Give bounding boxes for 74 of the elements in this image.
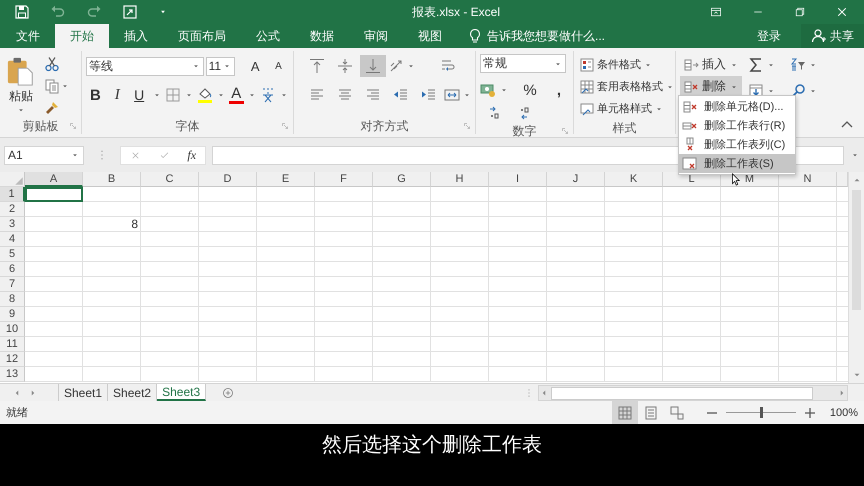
font-size-field[interactable]: 11 bbox=[206, 56, 235, 76]
column-header[interactable]: E bbox=[257, 172, 315, 187]
ribbon-tab[interactable]: 审阅 bbox=[349, 24, 403, 48]
ribbon-tab[interactable]: 公式 bbox=[241, 24, 295, 48]
menu-item[interactable]: 删除工作表行(R) bbox=[679, 116, 795, 135]
zoom-level[interactable]: 100% bbox=[830, 406, 858, 418]
font-color-button[interactable]: A bbox=[228, 86, 244, 104]
table-cell-text: 8 bbox=[130, 217, 139, 232]
share-button[interactable]: 共享 bbox=[801, 24, 864, 48]
number-format-field[interactable]: 常规 bbox=[480, 54, 566, 73]
sign-in-link[interactable]: 登录 bbox=[757, 28, 781, 44]
row-header[interactable]: 3 bbox=[0, 217, 25, 232]
ribbon-tab[interactable]: 视图 bbox=[403, 24, 457, 48]
column-header[interactable]: D bbox=[199, 172, 257, 187]
row-header[interactable]: 8 bbox=[0, 292, 25, 307]
row-header[interactable]: 12 bbox=[0, 352, 25, 367]
column-header[interactable]: B bbox=[83, 172, 141, 187]
column-header[interactable]: K bbox=[605, 172, 663, 187]
underline-button[interactable]: U bbox=[130, 87, 149, 103]
italic-button[interactable]: I bbox=[108, 86, 127, 104]
name-box[interactable]: A1 bbox=[4, 146, 84, 164]
grow-font-button[interactable]: A bbox=[244, 58, 266, 74]
ribbon-tab[interactable]: 文件 bbox=[0, 24, 55, 48]
group-label: 数字 bbox=[512, 122, 536, 140]
number-format: 常规 bbox=[483, 55, 507, 72]
bold-button[interactable]: B bbox=[86, 86, 105, 104]
group-label: 样式 bbox=[612, 120, 636, 136]
font-name: 等线 bbox=[89, 58, 113, 74]
column-header[interactable]: G bbox=[373, 172, 431, 187]
group-label: 对齐方式 bbox=[360, 118, 408, 134]
row-header[interactable]: 10 bbox=[0, 322, 25, 337]
menu-item[interactable]: 删除工作表列(C) bbox=[679, 135, 795, 154]
shrink-font-button[interactable]: A bbox=[268, 60, 289, 72]
tell-me-field[interactable]: 告诉我您想要做什么... bbox=[485, 28, 629, 44]
cell-reference: A1 bbox=[8, 148, 23, 162]
column-header[interactable]: C bbox=[141, 172, 199, 187]
font-size: 11 bbox=[208, 59, 222, 73]
row-header[interactable]: 4 bbox=[0, 232, 25, 247]
column-header[interactable]: H bbox=[431, 172, 489, 187]
styles-button[interactable]: 套用表格格式 bbox=[578, 76, 676, 97]
row-header[interactable]: 2 bbox=[0, 202, 25, 217]
column-header[interactable]: A bbox=[25, 172, 83, 187]
status-text: 就绪 bbox=[6, 406, 29, 420]
delete-button[interactable]: 删除 bbox=[680, 76, 742, 97]
font-name-field[interactable]: 等线 bbox=[86, 56, 204, 76]
row-header[interactable]: 1 bbox=[0, 187, 25, 202]
group-label: 剪贴板 bbox=[22, 118, 58, 134]
row-header[interactable]: 9 bbox=[0, 307, 25, 322]
row-header[interactable]: 13 bbox=[0, 367, 25, 382]
ribbon-tab[interactable]: 页面布局 bbox=[163, 24, 241, 48]
row-header[interactable]: 5 bbox=[0, 247, 25, 262]
video-caption: 然后选择这个删除工作表 bbox=[322, 433, 542, 457]
comma-button[interactable]: , bbox=[549, 82, 569, 98]
window-title: 报表.xlsx - Excel bbox=[410, 4, 501, 20]
row-header[interactable]: 7 bbox=[0, 277, 25, 292]
menu-item[interactable]: 删除单元格(D)... bbox=[679, 97, 795, 116]
styles-button[interactable]: 条件格式 bbox=[578, 54, 654, 75]
row-header[interactable]: 11 bbox=[0, 337, 25, 352]
paste-button[interactable]: 粘贴 bbox=[4, 54, 38, 118]
group-label: 字体 bbox=[176, 118, 200, 134]
ribbon-tab[interactable]: 数据 bbox=[295, 24, 349, 48]
ribbon-tab[interactable]: 开始 bbox=[55, 24, 109, 48]
insert-button[interactable]: 插入 bbox=[680, 54, 742, 75]
column-header[interactable]: J bbox=[547, 172, 605, 187]
column-header[interactable]: I bbox=[489, 172, 547, 187]
sheet-tab[interactable]: Sheet3 bbox=[157, 384, 206, 401]
column-header[interactable]: N bbox=[779, 172, 837, 187]
column-header[interactable]: F bbox=[315, 172, 373, 187]
menu-item[interactable]: 删除工作表(S) bbox=[679, 154, 795, 173]
styles-button[interactable]: 单元格样式 bbox=[578, 98, 665, 119]
row-header[interactable]: 6 bbox=[0, 262, 25, 277]
insert-function-button[interactable]: fx bbox=[187, 148, 196, 162]
ribbon-tab[interactable]: 插入 bbox=[109, 24, 163, 48]
percent-button[interactable]: % bbox=[520, 82, 540, 98]
